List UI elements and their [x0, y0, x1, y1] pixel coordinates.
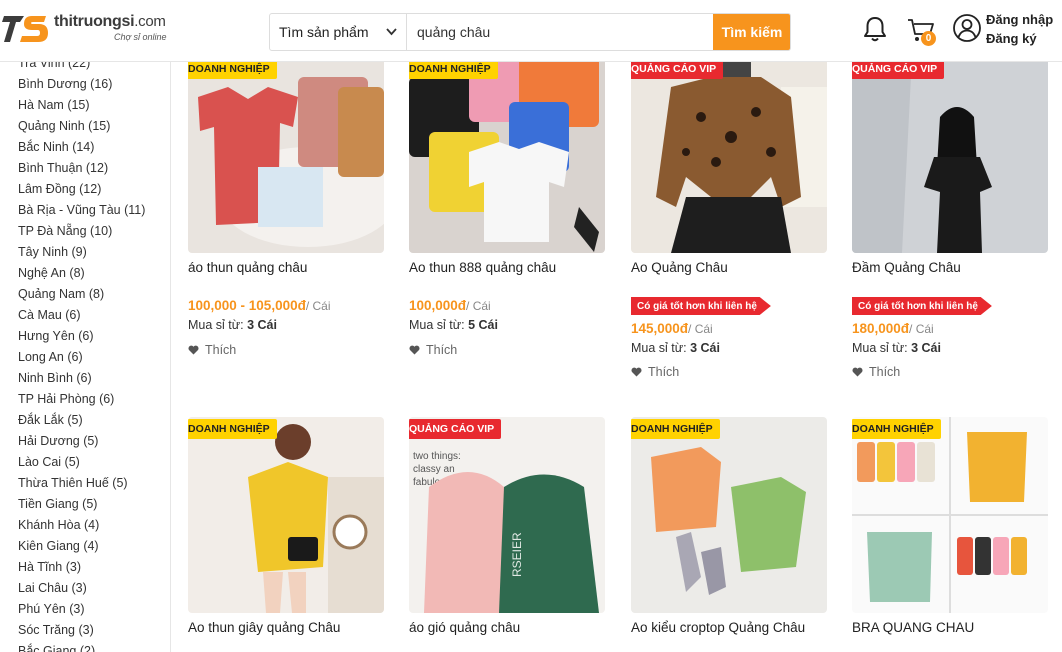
contact-price-tag: Có giá tốt hơn khi liên hệ: [631, 297, 771, 315]
heart-icon: [631, 367, 642, 377]
province-filter-item[interactable]: Lâm Đồng (12): [18, 182, 101, 196]
min-order: Mua sỉ từ: 3 Cái: [631, 341, 720, 355]
search-input[interactable]: [407, 14, 713, 50]
auth-links: Đăng nhập Đăng ký: [986, 10, 1053, 48]
like-button[interactable]: Thích: [188, 343, 236, 357]
product-badge: QUẢNG CÁO VIP: [631, 59, 724, 79]
product-title[interactable]: Ao thun giây quảng Châu: [188, 620, 340, 635]
province-filter-item[interactable]: Sóc Trăng (3): [18, 623, 94, 637]
product-badge: QUẢNG CÁO VIP: [852, 59, 945, 79]
province-filter-item[interactable]: Bình Thuận (12): [18, 161, 108, 175]
province-filter-item[interactable]: Lai Châu (3): [18, 581, 87, 595]
product-badge: DOANH NGHIỆP: [409, 59, 498, 79]
province-filter-item[interactable]: Hà Tĩnh (3): [18, 560, 81, 574]
product-image[interactable]: DOANH NGHIỆP: [188, 417, 384, 613]
photo-print-text: RSEIER: [510, 532, 524, 577]
province-filter-item[interactable]: TP Đà Nẵng (10): [18, 224, 112, 238]
province-filter-item[interactable]: Long An (6): [18, 350, 83, 364]
site-header: thitruongsi.com Chợ sỉ online Tìm sản ph…: [0, 0, 1062, 62]
product-image[interactable]: DOANH NGHIỆP: [631, 417, 827, 613]
min-order: Mua sỉ từ: 3 Cái: [188, 318, 277, 332]
province-filter-item[interactable]: Thừa Thiên Huế (5): [18, 476, 128, 490]
product-price: 180,000đ/ Cái: [852, 321, 934, 336]
product-price: 100,000đ/ Cái: [409, 298, 491, 313]
province-filter-item[interactable]: Ninh Bình (6): [18, 371, 92, 385]
province-filter-item[interactable]: Quảng Nam (8): [18, 287, 104, 301]
product-badge: DOANH NGHIỆP: [188, 419, 277, 439]
product-title[interactable]: áo gió quảng châu: [409, 620, 520, 635]
province-filter-item[interactable]: Bình Dương (16): [18, 77, 112, 91]
heart-icon: [852, 367, 863, 377]
user-account-icon[interactable]: [952, 13, 982, 43]
product-title[interactable]: Ao kiểu croptop Quảng Châu: [631, 620, 805, 635]
product-title[interactable]: Ao thun 888 quảng châu: [409, 260, 556, 275]
logo-tagline: Chợ sỉ online: [114, 32, 167, 42]
province-filter-item[interactable]: Bắc Ninh (14): [18, 140, 94, 154]
logo-mark-icon: [2, 16, 48, 42]
product-badge: DOANH NGHIỆP: [631, 419, 720, 439]
heart-icon: [409, 345, 420, 355]
site-logo[interactable]: thitruongsi.com Chợ sỉ online: [2, 10, 174, 50]
province-filter-item[interactable]: Hưng Yên (6): [18, 329, 94, 343]
province-filter-item[interactable]: Cà Mau (6): [18, 308, 81, 322]
province-filter-item[interactable]: Khánh Hòa (4): [18, 518, 99, 532]
like-button[interactable]: Thích: [409, 343, 457, 357]
product-badge: DOANH NGHIỆP: [852, 419, 941, 439]
province-filter-item[interactable]: Bắc Giang (2): [18, 644, 95, 652]
search-category-label: Tìm sản phẩm: [279, 24, 369, 40]
product-image[interactable]: DOANH NGHIỆP: [409, 57, 605, 253]
product-price: 145,000đ/ Cái: [631, 321, 713, 336]
logo-text: thitruongsi.com: [54, 13, 166, 30]
product-title[interactable]: Ao Quảng Châu: [631, 260, 728, 275]
province-filter-item[interactable]: Phú Yên (3): [18, 602, 84, 616]
province-filter-item[interactable]: TP Hải Phòng (6): [18, 392, 114, 406]
contact-price-tag: Có giá tốt hơn khi liên hệ: [852, 297, 992, 315]
product-image[interactable]: QUẢNG CÁO VIP: [852, 57, 1048, 253]
province-filter-item[interactable]: Hải Dương (5): [18, 434, 98, 448]
product-price: 100,000 - 105,000đ/ Cái: [188, 298, 331, 313]
search-category-select[interactable]: Tìm sản phẩm: [270, 14, 407, 50]
product-title[interactable]: BRA QUANG CHAU: [852, 620, 974, 635]
province-filter-item[interactable]: Lào Cai (5): [18, 455, 80, 469]
search-button[interactable]: Tìm kiếm: [713, 14, 790, 50]
min-order: Mua sỉ từ: 3 Cái: [852, 341, 941, 355]
product-image[interactable]: DOANH NGHIỆP: [188, 57, 384, 253]
register-link[interactable]: Đăng ký: [986, 29, 1053, 48]
heart-icon: [188, 345, 199, 355]
min-order: Mua sỉ từ: 5 Cái: [409, 318, 498, 332]
province-filter-item[interactable]: Hà Nam (15): [18, 98, 90, 112]
photo-caption-line: classy an: [413, 464, 455, 475]
product-title[interactable]: Đầm Quảng Châu: [852, 260, 961, 275]
like-button[interactable]: Thích: [852, 365, 900, 379]
chevron-down-icon: [386, 28, 397, 36]
notification-bell-icon[interactable]: [862, 15, 888, 43]
province-filter-item[interactable]: Tây Ninh (9): [18, 245, 87, 259]
province-filter-sidebar: Trà Vinh (22) Bình Dương (16) Hà Nam (15…: [0, 56, 171, 652]
province-filter-item[interactable]: Nghệ An (8): [18, 266, 85, 280]
product-image[interactable]: two things: classy an fabulous RSEIER QU…: [409, 417, 605, 613]
province-filter-item[interactable]: Quảng Ninh (15): [18, 119, 110, 133]
product-title[interactable]: áo thun quảng châu: [188, 260, 307, 275]
province-filter-item[interactable]: Kiên Giang (4): [18, 539, 99, 553]
product-image[interactable]: DOANH NGHIỆP: [852, 417, 1048, 613]
search-bar: Tìm sản phẩm Tìm kiếm: [269, 13, 791, 51]
product-image[interactable]: QUẢNG CÁO VIP: [631, 57, 827, 253]
product-badge: DOANH NGHIỆP: [188, 59, 277, 79]
province-filter-item[interactable]: Tiền Giang (5): [18, 497, 97, 511]
like-button[interactable]: Thích: [631, 365, 679, 379]
province-filter-item[interactable]: Đắk Lắk (5): [18, 413, 83, 427]
photo-caption-line: two things:: [413, 451, 461, 462]
login-link[interactable]: Đăng nhập: [986, 10, 1053, 29]
cart-count-badge: 0: [921, 31, 936, 46]
province-filter-item[interactable]: Bà Rịa - Vũng Tàu (11): [18, 203, 145, 217]
product-badge: QUẢNG CÁO VIP: [409, 419, 502, 439]
